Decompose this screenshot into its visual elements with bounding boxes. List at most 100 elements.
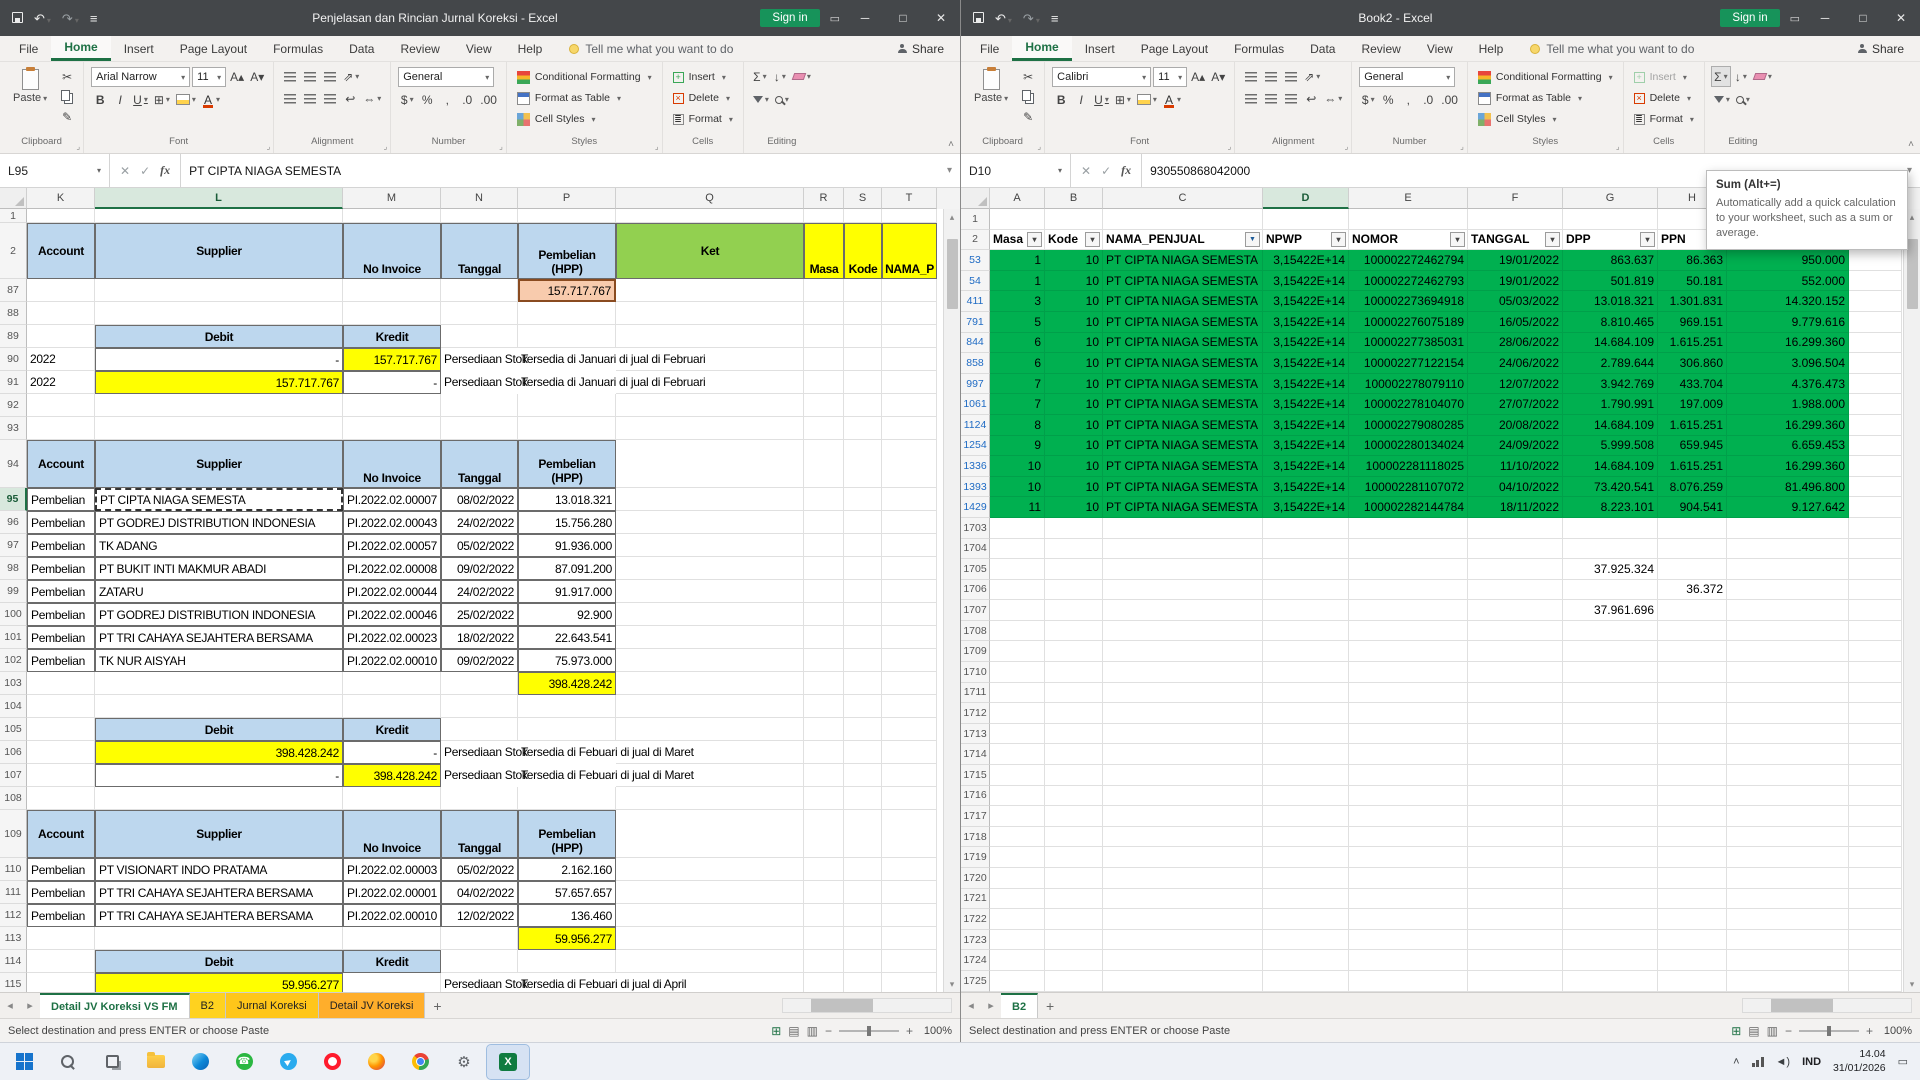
cell-A1[interactable]	[990, 209, 1045, 230]
cell-R94[interactable]	[804, 440, 844, 488]
align-left-icon[interactable]	[281, 89, 299, 108]
clear-icon[interactable]: ▾	[1752, 67, 1774, 86]
formula-bar-expand-icon[interactable]: ▾	[939, 154, 960, 187]
increase-decimal-icon[interactable]: .0	[1419, 90, 1437, 109]
cell-A1724[interactable]	[990, 950, 1045, 971]
cell-L115[interactable]: 59.956.277	[95, 973, 343, 992]
cell-A1711[interactable]	[990, 683, 1045, 704]
cell-N100[interactable]: 25/02/2022	[441, 603, 518, 626]
cell-D1705[interactable]	[1263, 559, 1349, 580]
cell-K95[interactable]: Pembelian	[27, 488, 95, 511]
scroll-down-icon[interactable]: ▾	[950, 976, 955, 992]
cell-P113[interactable]: 59.956.277	[518, 927, 616, 950]
cell-P1[interactable]	[518, 209, 616, 223]
cell-Q94[interactable]	[616, 440, 804, 488]
cell-A1336[interactable]: 10	[990, 456, 1045, 477]
cell-R93[interactable]	[804, 417, 844, 440]
ribbon-tab-data[interactable]: Data	[336, 36, 387, 61]
paste-button[interactable]: Paste▾	[7, 67, 53, 106]
cell-I1720[interactable]	[1727, 868, 1849, 889]
cell-P111[interactable]: 57.657.657	[518, 881, 616, 904]
cell-F1336[interactable]: 11/10/2022	[1468, 456, 1563, 477]
cell-A1429[interactable]: 11	[990, 497, 1045, 518]
cell-B1718[interactable]	[1045, 827, 1103, 848]
dialog-launcher-icon[interactable]: ⌟	[1227, 142, 1231, 151]
clock[interactable]: 14.04 31/01/2026	[1833, 1048, 1886, 1074]
row-header-106[interactable]: 106	[0, 741, 27, 764]
row-header-105[interactable]: 105	[0, 718, 27, 741]
cell-K94[interactable]: Account	[27, 440, 95, 488]
cell-L101[interactable]: PT TRI CAHAYA SEJAHTERA BERSAMA	[95, 626, 343, 649]
cell-B1722[interactable]	[1045, 909, 1103, 930]
cell-I411[interactable]: 14.320.152	[1727, 291, 1849, 312]
sheet-nav-left-icon[interactable]: ◂	[0, 993, 20, 1018]
column-header-D[interactable]: D	[1263, 188, 1349, 209]
cell-J1336[interactable]	[1849, 456, 1902, 477]
cell-N93[interactable]	[441, 417, 518, 440]
row-header-1719[interactable]: 1719	[961, 847, 990, 868]
row-header-2[interactable]: 2	[961, 230, 990, 251]
cell-E1710[interactable]	[1349, 662, 1468, 683]
cell-G997[interactable]: 3.942.769	[1563, 374, 1658, 395]
cell-G1717[interactable]	[1563, 806, 1658, 827]
align-right-icon[interactable]	[321, 89, 339, 108]
cell-K87[interactable]	[27, 279, 95, 302]
cell-F1720[interactable]	[1468, 868, 1563, 889]
cell-M100[interactable]: PI.2022.02.00046	[343, 603, 441, 626]
dialog-launcher-icon[interactable]: ⌟	[383, 142, 387, 151]
cell-J1704[interactable]	[1849, 539, 1902, 560]
cell-R96[interactable]	[804, 511, 844, 534]
row-header-1712[interactable]: 1712	[961, 703, 990, 724]
cell-T95[interactable]	[882, 488, 937, 511]
cell-C1429[interactable]: PT CIPTA NIAGA SEMESTA	[1103, 497, 1263, 518]
column-header-Q[interactable]: Q	[616, 188, 804, 209]
cell-I791[interactable]: 9.779.616	[1727, 312, 1849, 333]
column-header-T[interactable]: T	[882, 188, 937, 209]
font-color-icon[interactable]: A▾	[1161, 90, 1183, 109]
column-header-K[interactable]: K	[27, 188, 95, 209]
increase-font-icon[interactable]: A▴	[1189, 68, 1207, 87]
cell-N96[interactable]: 24/02/2022	[441, 511, 518, 534]
cell-E1429[interactable]: 100002282144784	[1349, 497, 1468, 518]
sheet-tab-detail-jv-koreksi[interactable]: Detail JV Koreksi	[319, 993, 426, 1018]
row-header-110[interactable]: 110	[0, 858, 27, 881]
cell-F1713[interactable]	[1468, 724, 1563, 745]
cell-A1710[interactable]	[990, 662, 1045, 683]
row-header-1429[interactable]: 1429	[961, 497, 990, 518]
cell-M104[interactable]	[343, 695, 441, 718]
ribbon-tab-home[interactable]: Home	[51, 36, 110, 61]
column-header-F[interactable]: F	[1468, 188, 1563, 209]
cell-H1725[interactable]	[1658, 971, 1727, 992]
cell-S107[interactable]	[844, 764, 882, 787]
cell-B1703[interactable]	[1045, 518, 1103, 539]
cell-D1707[interactable]	[1263, 600, 1349, 621]
new-sheet-button[interactable]: +	[425, 993, 449, 1018]
save-icon[interactable]	[12, 12, 23, 25]
cell-K92[interactable]	[27, 394, 95, 417]
cell-F1711[interactable]	[1468, 683, 1563, 704]
cell-H1124[interactable]: 1.615.251	[1658, 415, 1727, 436]
cell-S112[interactable]	[844, 904, 882, 927]
cell-B1061[interactable]: 10	[1045, 394, 1103, 415]
cell-I1718[interactable]	[1727, 827, 1849, 848]
cell-J791[interactable]	[1849, 312, 1902, 333]
cell-S113[interactable]	[844, 927, 882, 950]
autosum-button[interactable]: Σ▾	[751, 67, 769, 86]
close-button[interactable]: ✕	[922, 0, 960, 36]
align-right-icon[interactable]	[1282, 89, 1300, 108]
cell-K106[interactable]	[27, 741, 95, 764]
cell-I1723[interactable]	[1727, 930, 1849, 951]
orientation-icon[interactable]: ⇗▾	[341, 67, 361, 86]
cell-L110[interactable]: PT VISIONART INDO PRATAMA	[95, 858, 343, 881]
cell-K89[interactable]	[27, 325, 95, 348]
cell-Q104[interactable]	[616, 695, 804, 718]
cell-N89[interactable]	[441, 325, 518, 348]
cell-D1715[interactable]	[1263, 765, 1349, 786]
cell-L114[interactable]: Debit	[95, 950, 343, 973]
cell-T2[interactable]: NAMA_P	[882, 223, 937, 279]
cell-S93[interactable]	[844, 417, 882, 440]
cell-T115[interactable]	[882, 973, 937, 992]
cell-C1709[interactable]	[1103, 641, 1263, 662]
ribbon-tab-data[interactable]: Data	[1297, 36, 1348, 61]
page-layout-view-icon[interactable]: ▤	[788, 1024, 799, 1038]
